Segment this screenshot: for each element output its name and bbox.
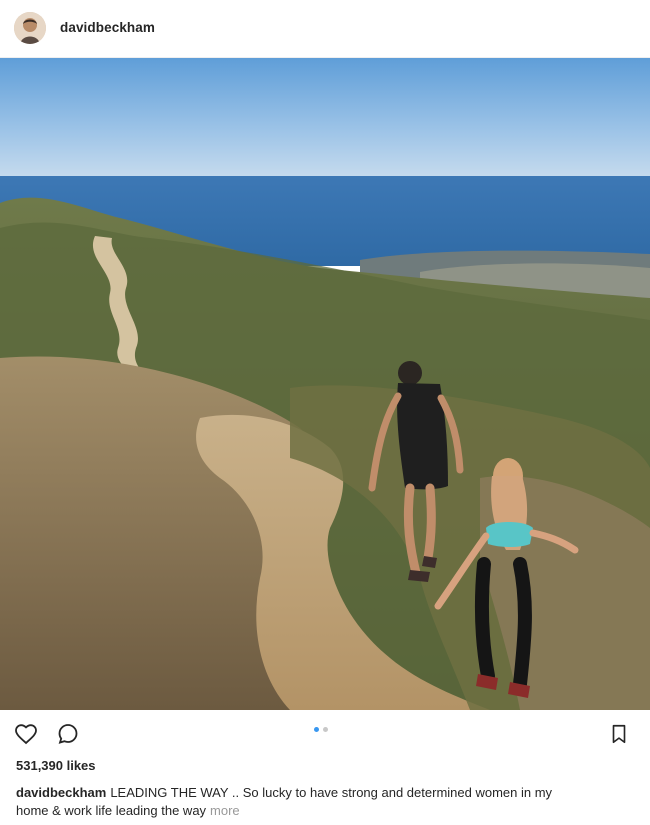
carousel-dot[interactable]	[323, 727, 328, 732]
comment-icon[interactable]	[54, 720, 82, 748]
more-link[interactable]: more	[210, 803, 240, 818]
caption-text-line2: home & work life leading the way	[16, 803, 207, 818]
post-photo[interactable]	[0, 58, 650, 710]
post-actions	[0, 714, 650, 754]
heart-icon-svg	[15, 724, 37, 745]
instagram-post: davidbeckham 531,390 likes davidbeckham …	[0, 0, 650, 825]
avatar[interactable]	[14, 12, 46, 44]
bookmark-icon[interactable]	[605, 720, 633, 748]
caption-username[interactable]: davidbeckham	[16, 785, 106, 800]
avatar-image	[14, 12, 46, 44]
likes-count[interactable]: 531,390 likes	[16, 758, 96, 773]
hiking-trail-photo	[0, 58, 650, 710]
post-header: davidbeckham	[0, 0, 650, 58]
post-caption: davidbeckham LEADING THE WAY .. So lucky …	[16, 784, 626, 820]
bookmark-icon-svg	[612, 724, 626, 744]
caption-text-line1: LEADING THE WAY .. So lucky to have stro…	[110, 785, 553, 800]
carousel-dot-active[interactable]	[314, 727, 319, 732]
post-username[interactable]: davidbeckham	[60, 20, 155, 35]
heart-icon[interactable]	[12, 720, 40, 748]
comment-icon-svg	[58, 724, 78, 744]
carousel-indicator	[314, 727, 328, 732]
